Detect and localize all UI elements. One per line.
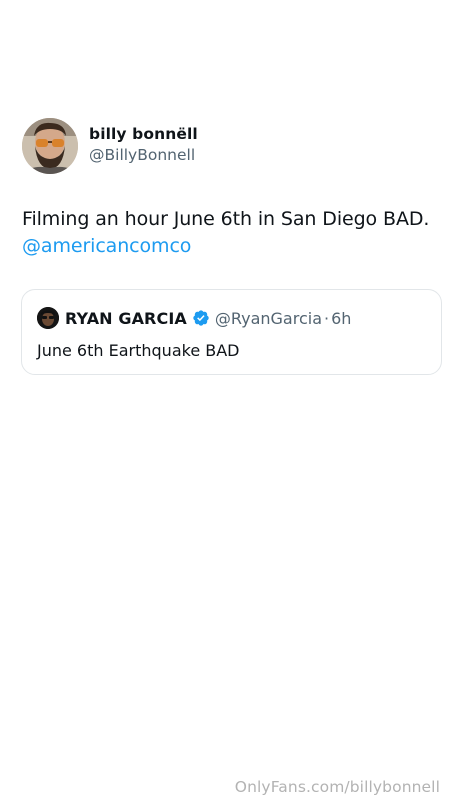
quoted-timestamp[interactable]: 6h	[331, 309, 351, 328]
author-avatar[interactable]	[22, 118, 78, 174]
quoted-handle[interactable]: @RyanGarcia	[215, 309, 322, 328]
verified-badge-icon	[193, 310, 209, 326]
watermark-text: OnlyFans.com/billybonnell	[234, 778, 440, 796]
quoted-tweet-text: June 6th Earthquake BAD	[37, 341, 240, 360]
mention-link[interactable]: @americancomco	[22, 233, 442, 260]
tweet-text: Filming an hour June 6th in San Diego BA…	[22, 206, 442, 260]
tweet-card: billy bonnëll @BillyBonnell Filming an h…	[0, 0, 450, 800]
tweet-author[interactable]: billy bonnëll @BillyBonnell	[22, 118, 198, 174]
tweet-text-body: Filming an hour June 6th in San Diego BA…	[22, 208, 430, 230]
meta-separator: ·	[324, 308, 330, 328]
author-handle[interactable]: @BillyBonnell	[89, 144, 198, 166]
quoted-author-avatar[interactable]	[37, 307, 59, 329]
author-display-name[interactable]: billy bonnëll	[89, 124, 198, 144]
bearded-man-sunglasses-avatar-icon	[22, 118, 78, 174]
quoted-tweet[interactable]: RYAN GARCIA @RyanGarcia · 6h June 6th Ea…	[21, 289, 442, 375]
quoted-author-avatar-icon	[37, 307, 59, 329]
quoted-display-name[interactable]: RYAN GARCIA	[65, 309, 187, 328]
